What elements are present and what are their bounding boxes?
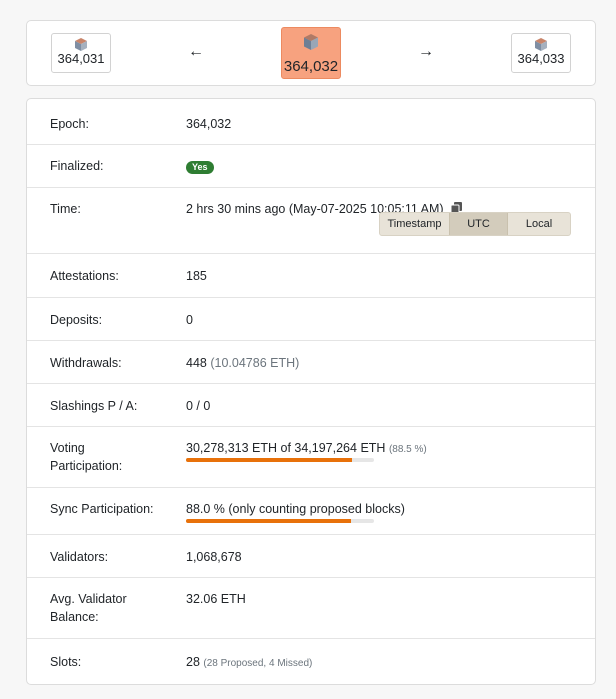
deposits-row: Deposits: 0 bbox=[27, 298, 595, 341]
sync-progress-fill bbox=[186, 519, 352, 523]
voting-participation-percent: (88.5 %) bbox=[388, 444, 427, 455]
voting-progress-bar bbox=[186, 458, 374, 462]
cube-icon bbox=[535, 38, 547, 51]
epoch-details-card: Epoch: 364,032 Finalized: Yes Time: 2 hr… bbox=[26, 98, 596, 685]
voting-participation-label: Voting Participation: bbox=[50, 439, 122, 475]
attestations-label: Attestations: bbox=[50, 269, 119, 283]
next-epoch-number: 364,033 bbox=[517, 51, 565, 66]
voting-label-line2: Participation: bbox=[50, 459, 123, 473]
avg-balance-label-line1: Avg. Validator bbox=[50, 592, 127, 606]
epoch-navigation: 364,031 ← 364,032 → 364,033 bbox=[26, 20, 596, 86]
time-label: Time: bbox=[50, 202, 81, 216]
voting-label-line1: Voting bbox=[50, 441, 85, 455]
avg-balance-value: 32.06 ETH bbox=[186, 592, 246, 606]
withdrawals-row: Withdrawals: 448 (10.04786 ETH) bbox=[27, 341, 595, 384]
local-button[interactable]: Local bbox=[508, 213, 570, 235]
voting-progress-fill bbox=[186, 458, 353, 462]
epoch-value: 364,032 bbox=[186, 117, 232, 131]
cube-icon bbox=[304, 34, 318, 50]
epoch-label: Epoch: bbox=[50, 117, 89, 131]
sync-progress-bar bbox=[186, 519, 374, 523]
slots-breakdown: (28 Proposed, 4 Missed) bbox=[203, 658, 313, 669]
validators-label: Validators: bbox=[50, 550, 109, 564]
finalized-badge: Yes bbox=[186, 161, 214, 174]
slashings-label: Slashings P / A: bbox=[50, 399, 138, 413]
sync-participation-row: Sync Participation: 88.0 % (only countin… bbox=[27, 488, 595, 535]
voting-participation-row: Voting Participation: 30,278,313 ETH of … bbox=[27, 427, 595, 488]
current-epoch-tile: 364,032 bbox=[281, 27, 341, 79]
validators-row: Validators: 1,068,678 bbox=[27, 535, 595, 578]
validators-value: 1,068,678 bbox=[186, 550, 242, 564]
prev-epoch-number: 364,031 bbox=[57, 51, 105, 66]
arrow-right-icon[interactable]: → bbox=[418, 44, 434, 60]
withdrawals-value: 448 bbox=[186, 356, 207, 370]
deposits-value: 0 bbox=[186, 313, 193, 327]
finalized-label: Finalized: bbox=[50, 159, 104, 173]
slashings-value: 0 / 0 bbox=[186, 399, 211, 413]
slashings-row: Slashings P / A: 0 / 0 bbox=[27, 384, 595, 427]
time-row: Time: 2 hrs 30 mins ago (May-07-2025 10:… bbox=[27, 188, 595, 254]
arrow-left-icon[interactable]: ← bbox=[188, 44, 204, 60]
prev-epoch-tile[interactable]: 364,031 bbox=[51, 33, 111, 73]
finalized-row: Finalized: Yes bbox=[27, 145, 595, 188]
current-epoch-number: 364,032 bbox=[283, 58, 339, 75]
sync-participation-label: Sync Participation: bbox=[50, 502, 154, 516]
slots-row: Slots: 28 (28 Proposed, 4 Missed) bbox=[27, 639, 595, 684]
timestamp-button[interactable]: Timestamp bbox=[380, 213, 449, 235]
withdrawals-eth-amount: (10.04786 ETH) bbox=[210, 356, 300, 370]
epoch-row: Epoch: 364,032 bbox=[27, 99, 595, 145]
utc-button[interactable]: UTC bbox=[449, 213, 508, 235]
deposits-label: Deposits: bbox=[50, 313, 103, 327]
slots-value: 28 bbox=[186, 655, 200, 669]
slots-label: Slots: bbox=[50, 655, 82, 669]
avg-balance-label: Avg. Validator Balance: bbox=[50, 590, 127, 626]
withdrawals-label: Withdrawals: bbox=[50, 356, 122, 370]
sync-participation-value: 88.0 % (only counting proposed blocks) bbox=[186, 502, 405, 516]
cube-icon bbox=[75, 38, 87, 51]
attestations-row: Attestations: 185 bbox=[27, 254, 595, 298]
voting-participation-value: 30,278,313 ETH of 34,197,264 ETH bbox=[186, 441, 386, 455]
next-epoch-tile[interactable]: 364,033 bbox=[511, 33, 571, 73]
attestations-value: 185 bbox=[186, 269, 207, 283]
timezone-toggle: Timestamp UTC Local bbox=[379, 212, 571, 236]
avg-balance-row: Avg. Validator Balance: 32.06 ETH bbox=[27, 578, 595, 639]
avg-balance-label-line2: Balance: bbox=[50, 610, 99, 624]
